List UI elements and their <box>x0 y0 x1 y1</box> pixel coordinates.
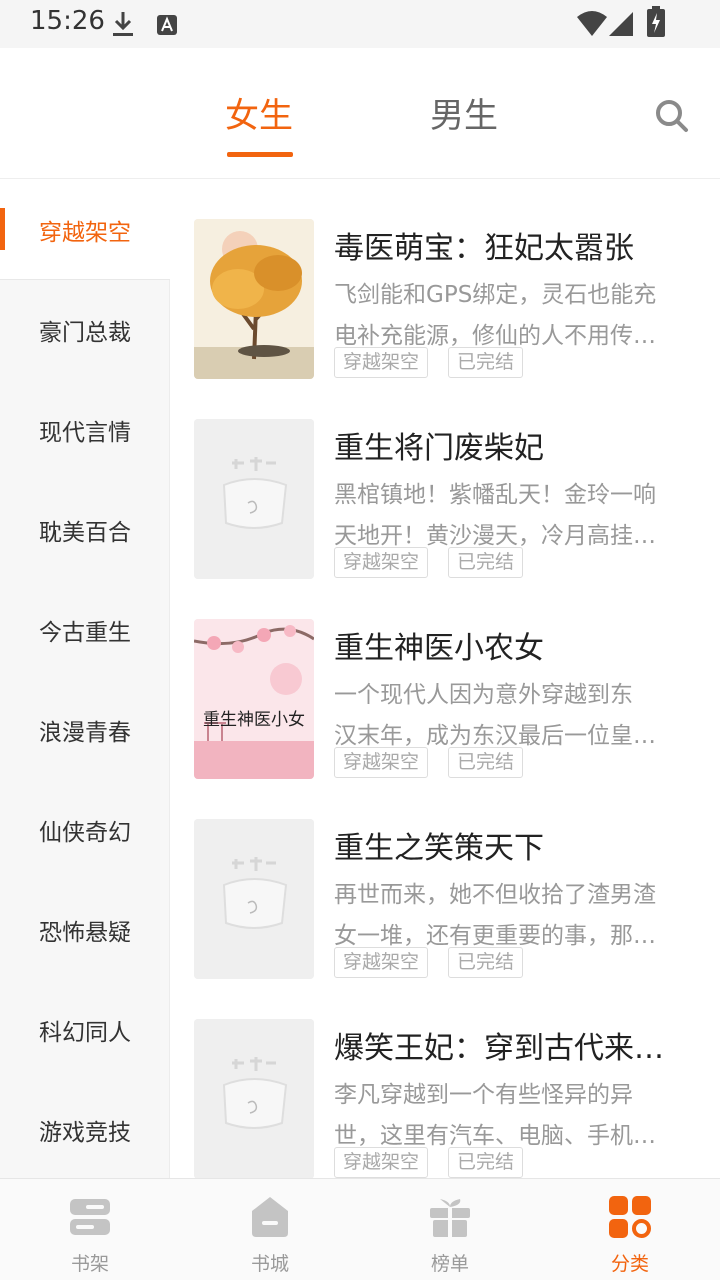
status-tag: 已完结 <box>448 347 524 378</box>
cell-signal-icon <box>609 12 633 36</box>
placeholder-cover-image <box>194 819 314 979</box>
book-description: 李凡穿越到一个有些怪异的异 世，这里有汽车、电脑、手机… <box>334 1075 684 1157</box>
sidebar-item-label: 耽美百合 <box>39 520 131 546</box>
status-bar: 15:26 <box>0 0 720 48</box>
book-description: 再世而来，她不但收拾了渣男渣 女一堆，还有更重要的事，那… <box>334 875 684 957</box>
book-list-item[interactable]: 毒医萌宝：狂妃太嚣张 飞剑能和GPS绑定，灵石也能充 电补充能源，修仙的人不用传… <box>194 219 704 381</box>
pink-blossom-cover-image: 重生神医小女 <box>194 619 314 779</box>
sidebar-item-kongbu[interactable]: 恐怖悬疑 <box>0 880 170 980</box>
book-title: 爆笑王妃：穿到古代来… <box>334 1031 664 1066</box>
book-list-item[interactable]: 重生神医小女 重生神医小农女 一个现代人因为意外穿越到东 汉末年，成为东汉最后一… <box>194 619 704 781</box>
wifi-icon <box>577 11 607 36</box>
tab-female[interactable]: 女生 <box>225 88 293 137</box>
search-icon[interactable] <box>650 94 694 138</box>
nav-label: 书城 <box>250 1253 289 1275</box>
book-description-line: 李凡穿越到一个有些怪异的异 <box>334 1082 633 1108</box>
sidebar-item-label: 游戏竞技 <box>39 1120 131 1146</box>
nav-label: 分类 <box>610 1253 649 1275</box>
book-title: 重生之笑策天下 <box>334 831 544 866</box>
top-header: 女生 男生 <box>0 48 720 179</box>
genre-tag: 穿越架空 <box>334 1147 429 1178</box>
genre-tag: 穿越架空 <box>334 947 429 978</box>
book-cover[interactable]: 重生神医小女 <box>194 619 314 779</box>
category-grid-icon <box>609 1196 651 1238</box>
sidebar-item-langman[interactable]: 浪漫青春 <box>0 680 170 780</box>
sidebar-item-xiandai[interactable]: 现代言情 <box>0 380 170 480</box>
book-title: 重生神医小农女 <box>334 631 544 666</box>
nav-label: 榜单 <box>430 1253 469 1275</box>
sidebar-item-label: 恐怖悬疑 <box>39 920 131 946</box>
book-title: 重生将门废柴妃 <box>334 431 544 466</box>
book-description-line: 黑棺镇地！紫幡乱天！金玲一响 <box>334 482 656 508</box>
book-cover[interactable] <box>194 419 314 579</box>
sidebar-item-label: 现代言情 <box>39 420 131 446</box>
sidebar-item-youxi[interactable]: 游戏竞技 <box>0 1080 170 1180</box>
nav-bookstore[interactable]: 书城 <box>180 1179 360 1280</box>
sidebar-item-label: 科幻同人 <box>39 1020 131 1046</box>
sidebar-item-label: 仙侠奇幻 <box>39 820 131 846</box>
genre-tag: 穿越架空 <box>334 747 429 778</box>
sidebar-item-label: 今古重生 <box>39 620 131 646</box>
sidebar-active-indicator <box>0 208 5 250</box>
sidebar-item-kehuan[interactable]: 科幻同人 <box>0 980 170 1080</box>
book-cover[interactable] <box>194 219 314 379</box>
book-cover[interactable] <box>194 1019 314 1179</box>
autumn-tree-cover-image <box>194 219 314 379</box>
battery-charging-icon <box>647 6 665 37</box>
placeholder-cover-image <box>194 1019 314 1179</box>
status-tag: 已完结 <box>448 1147 524 1178</box>
status-time: 15:26 <box>30 6 105 36</box>
notification-a-icon <box>157 15 177 35</box>
nav-ranking[interactable]: 榜单 <box>360 1179 540 1280</box>
active-tab-indicator <box>227 152 293 157</box>
sidebar-item-chuanyue[interactable]: 穿越架空 <box>0 180 170 280</box>
status-tag: 已完结 <box>448 747 524 778</box>
category-sidebar: 穿越架空 豪门总裁 现代言情 耽美百合 今古重生 浪漫青春 仙侠奇幻 恐怖悬疑 … <box>0 180 170 1178</box>
bookstore-icon <box>252 1197 288 1237</box>
book-cover[interactable] <box>194 819 314 979</box>
cover-title-text: 重生神医小女 <box>203 710 305 730</box>
sidebar-item-danmei[interactable]: 耽美百合 <box>0 480 170 580</box>
nav-label: 书架 <box>70 1253 109 1275</box>
book-list-item[interactable]: 爆笑王妃：穿到古代来… 李凡穿越到一个有些怪异的异 世，这里有汽车、电脑、手机…… <box>194 1019 704 1181</box>
book-description-line: 飞剑能和GPS绑定，灵石也能充 <box>334 282 657 308</box>
sidebar-item-label: 浪漫青春 <box>39 720 131 746</box>
download-icon <box>113 12 133 36</box>
status-tag: 已完结 <box>448 947 524 978</box>
sidebar-item-haomen[interactable]: 豪门总裁 <box>0 280 170 380</box>
placeholder-cover-image <box>194 419 314 579</box>
book-list-item[interactable]: 重生将门废柴妃 黑棺镇地！紫幡乱天！金玲一响 天地开！黄沙漫天，冷月高挂… 穿越… <box>194 419 704 581</box>
status-tag: 已完结 <box>448 547 524 578</box>
book-list-item[interactable]: 重生之笑策天下 再世而来，她不但收拾了渣男渣 女一堆，还有更重要的事，那… 穿越… <box>194 819 704 981</box>
genre-tag: 穿越架空 <box>334 547 429 578</box>
sidebar-item-jingu[interactable]: 今古重生 <box>0 580 170 680</box>
book-description-line: 再世而来，她不但收拾了渣男渣 <box>334 882 656 908</box>
bottom-navigation: 书架 书城 榜单 分类 <box>0 1178 720 1280</box>
sidebar-item-label: 穿越架空 <box>39 219 131 246</box>
tab-male[interactable]: 男生 <box>430 88 498 137</box>
nav-category[interactable]: 分类 <box>540 1179 720 1280</box>
bookshelf-icon <box>70 1199 110 1235</box>
nav-bookshelf[interactable]: 书架 <box>0 1179 180 1280</box>
genre-tag: 穿越架空 <box>334 347 429 378</box>
book-description: 黑棺镇地！紫幡乱天！金玲一响 天地开！黄沙漫天，冷月高挂… <box>334 475 684 557</box>
book-description-line: 一个现代人因为意外穿越到东 <box>334 682 633 708</box>
sidebar-item-label: 豪门总裁 <box>39 320 131 346</box>
book-description: 一个现代人因为意外穿越到东 汉末年，成为东汉最后一位皇… <box>334 675 684 757</box>
gift-ranking-icon <box>430 1199 470 1237</box>
book-description: 飞剑能和GPS绑定，灵石也能充 电补充能源，修仙的人不用传… <box>334 275 684 357</box>
book-title: 毒医萌宝：狂妃太嚣张 <box>334 231 634 266</box>
sidebar-item-xianxia[interactable]: 仙侠奇幻 <box>0 780 170 880</box>
